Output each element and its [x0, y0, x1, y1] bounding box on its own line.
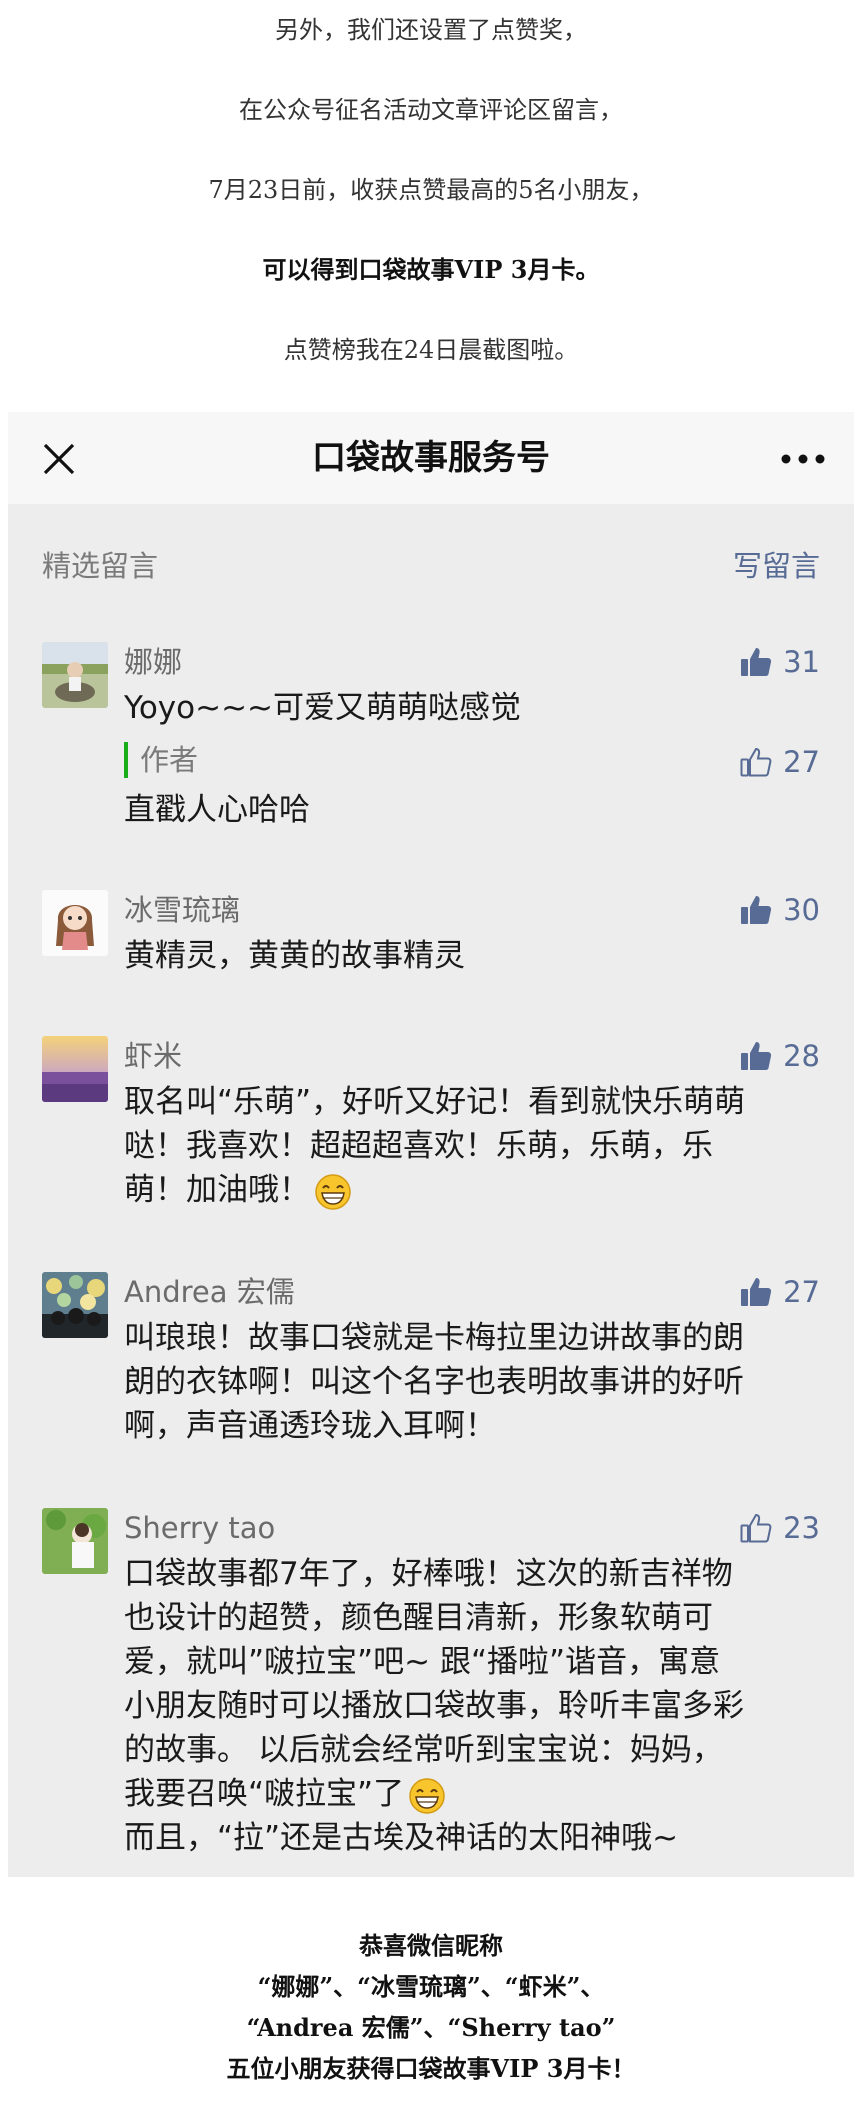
like-count: 27: [783, 745, 820, 779]
article-text-line: 五位小朋友获得口袋故事VIP 3月卡！: [226, 2054, 636, 2083]
comment-text-line: 取名叫“乐萌”，好听又好记！看到就快乐萌萌: [124, 1084, 746, 1120]
featured-comments-label: 精选留言: [42, 549, 159, 583]
like-count: 28: [783, 1039, 820, 1073]
avatar[interactable]: [42, 1272, 108, 1338]
comment-text-line: 朗的衣钵啊！叫这个名字也表明故事讲的好听: [124, 1364, 744, 1400]
navbar: 口袋故事服务号: [8, 412, 854, 504]
comment-text-line: 口袋故事都7年了，好棒哦！这次的新吉祥物: [124, 1556, 733, 1592]
avatar[interactable]: [42, 1508, 108, 1574]
comment-nickname: 娜娜: [124, 645, 183, 679]
thumbs-up-filled-icon: [741, 1278, 772, 1306]
comments-screenshot-panel: 口袋故事服务号 精选留言 写留言 娜娜 31 Yoyo~~~可爱又萌萌哒感觉 作…: [8, 412, 854, 1877]
thumbs-up-filled-icon: [741, 896, 772, 924]
comment-nickname: Andrea 宏儒: [124, 1275, 295, 1309]
like-count: 27: [783, 1275, 820, 1309]
like-button[interactable]: 30: [739, 890, 820, 930]
article-text-line: “娜娜”、“冰雪琉璃”、“虾米”、: [257, 1972, 605, 2001]
comment-text-line: 小朋友随时可以播放口袋故事，聆听丰富多彩: [124, 1688, 744, 1724]
article-text-line: 另外，我们还设置了点赞奖，: [275, 16, 587, 44]
like-button[interactable]: 23: [739, 1508, 820, 1548]
comment-nickname: 虾米: [124, 1039, 183, 1073]
thumbs-up-outline-icon: [740, 747, 772, 777]
comment-text: 取名叫“乐萌”，好听又好记！看到就快乐萌萌 哒！我喜欢！超超超喜欢！乐萌，乐萌，…: [124, 1080, 824, 1212]
thumbs-up-outline-icon: [740, 1513, 772, 1543]
article-text-line: 7月23日前，收获点赞最高的5名小朋友，: [208, 176, 654, 204]
comment-text-line: 叫琅琅！故事口袋就是卡梅拉里边讲故事的朗: [124, 1320, 744, 1356]
article-text-line: “Andrea 宏儒”、“Sherry tao”: [246, 2013, 616, 2042]
author-reply-label: 作者: [124, 742, 198, 778]
article-text-line: 恭喜微信昵称: [359, 1931, 503, 1960]
comment-text: Yoyo~~~可爱又萌萌哒感觉: [124, 690, 522, 726]
author-reply-text: 直戳人心哈哈: [124, 792, 310, 828]
comment-text: 黄精灵，黄黄的故事精灵: [124, 938, 465, 974]
avatar[interactable]: [42, 1036, 108, 1102]
comment-nickname: 冰雪琉璃: [124, 893, 241, 927]
thumbs-up-filled-icon: [741, 1042, 772, 1070]
comment-text-line: 啊，声音通透玲珑入耳啊！: [124, 1408, 496, 1444]
comment-text-line: 我要召唤“啵拉宝”了: [124, 1772, 824, 1816]
comment-text-line-content: 萌！加油哦！: [124, 1172, 310, 1208]
comment-text-line: 爱，就叫”啵拉宝”吧~ 跟“播啦”谐音，寓意: [124, 1644, 721, 1680]
avatar[interactable]: [42, 642, 108, 708]
comment-text-line: 也设计的超赞，颜色醒目清新，形象软萌可: [124, 1600, 713, 1636]
like-button[interactable]: 31: [739, 642, 820, 682]
like-count: 23: [783, 1511, 820, 1545]
comment-text-line-content: 我要召唤“啵拉宝”了: [124, 1776, 405, 1812]
comment-text-line: 萌！加油哦！: [124, 1168, 824, 1212]
comment-text: 口袋故事都7年了，好棒哦！这次的新吉祥物 也设计的超赞，颜色醒目清新，形象软萌可…: [124, 1552, 824, 1860]
comment-nickname: Sherry tao: [124, 1511, 276, 1545]
comment-text-line: 而且，“拉”还是古埃及神话的太阳神哦~: [124, 1820, 679, 1856]
article-text-line: 在公众号征名活动文章评论区留言，: [239, 96, 623, 124]
like-count: 30: [783, 893, 820, 927]
like-button[interactable]: 27: [739, 1272, 820, 1312]
comment-text: 叫琅琅！故事口袋就是卡梅拉里边讲故事的朗 朗的衣钵啊！叫这个名字也表明故事讲的好…: [124, 1316, 824, 1448]
like-count: 31: [783, 645, 820, 679]
more-icon[interactable]: [778, 448, 828, 470]
article-text-line-highlight: 可以得到口袋故事VIP 3月卡。: [262, 255, 600, 284]
avatar[interactable]: [42, 890, 108, 956]
grin-emoji-icon: [409, 1777, 445, 1814]
comment-text-line: 的故事。 以后就会经常听到宝宝说：妈妈，: [124, 1732, 723, 1768]
reply-like-button[interactable]: 27: [739, 742, 820, 782]
nav-title: 口袋故事服务号: [312, 438, 550, 478]
comment-text-line: 哒！我喜欢！超超超喜欢！乐萌，乐萌，乐: [124, 1128, 713, 1164]
thumbs-up-filled-icon: [741, 648, 772, 676]
write-comment-link[interactable]: 写留言: [733, 546, 820, 586]
grin-emoji-icon: [315, 1173, 351, 1210]
article-text-line: 点赞榜我在24日晨截图啦。: [283, 336, 579, 364]
like-button[interactable]: 28: [739, 1036, 820, 1076]
